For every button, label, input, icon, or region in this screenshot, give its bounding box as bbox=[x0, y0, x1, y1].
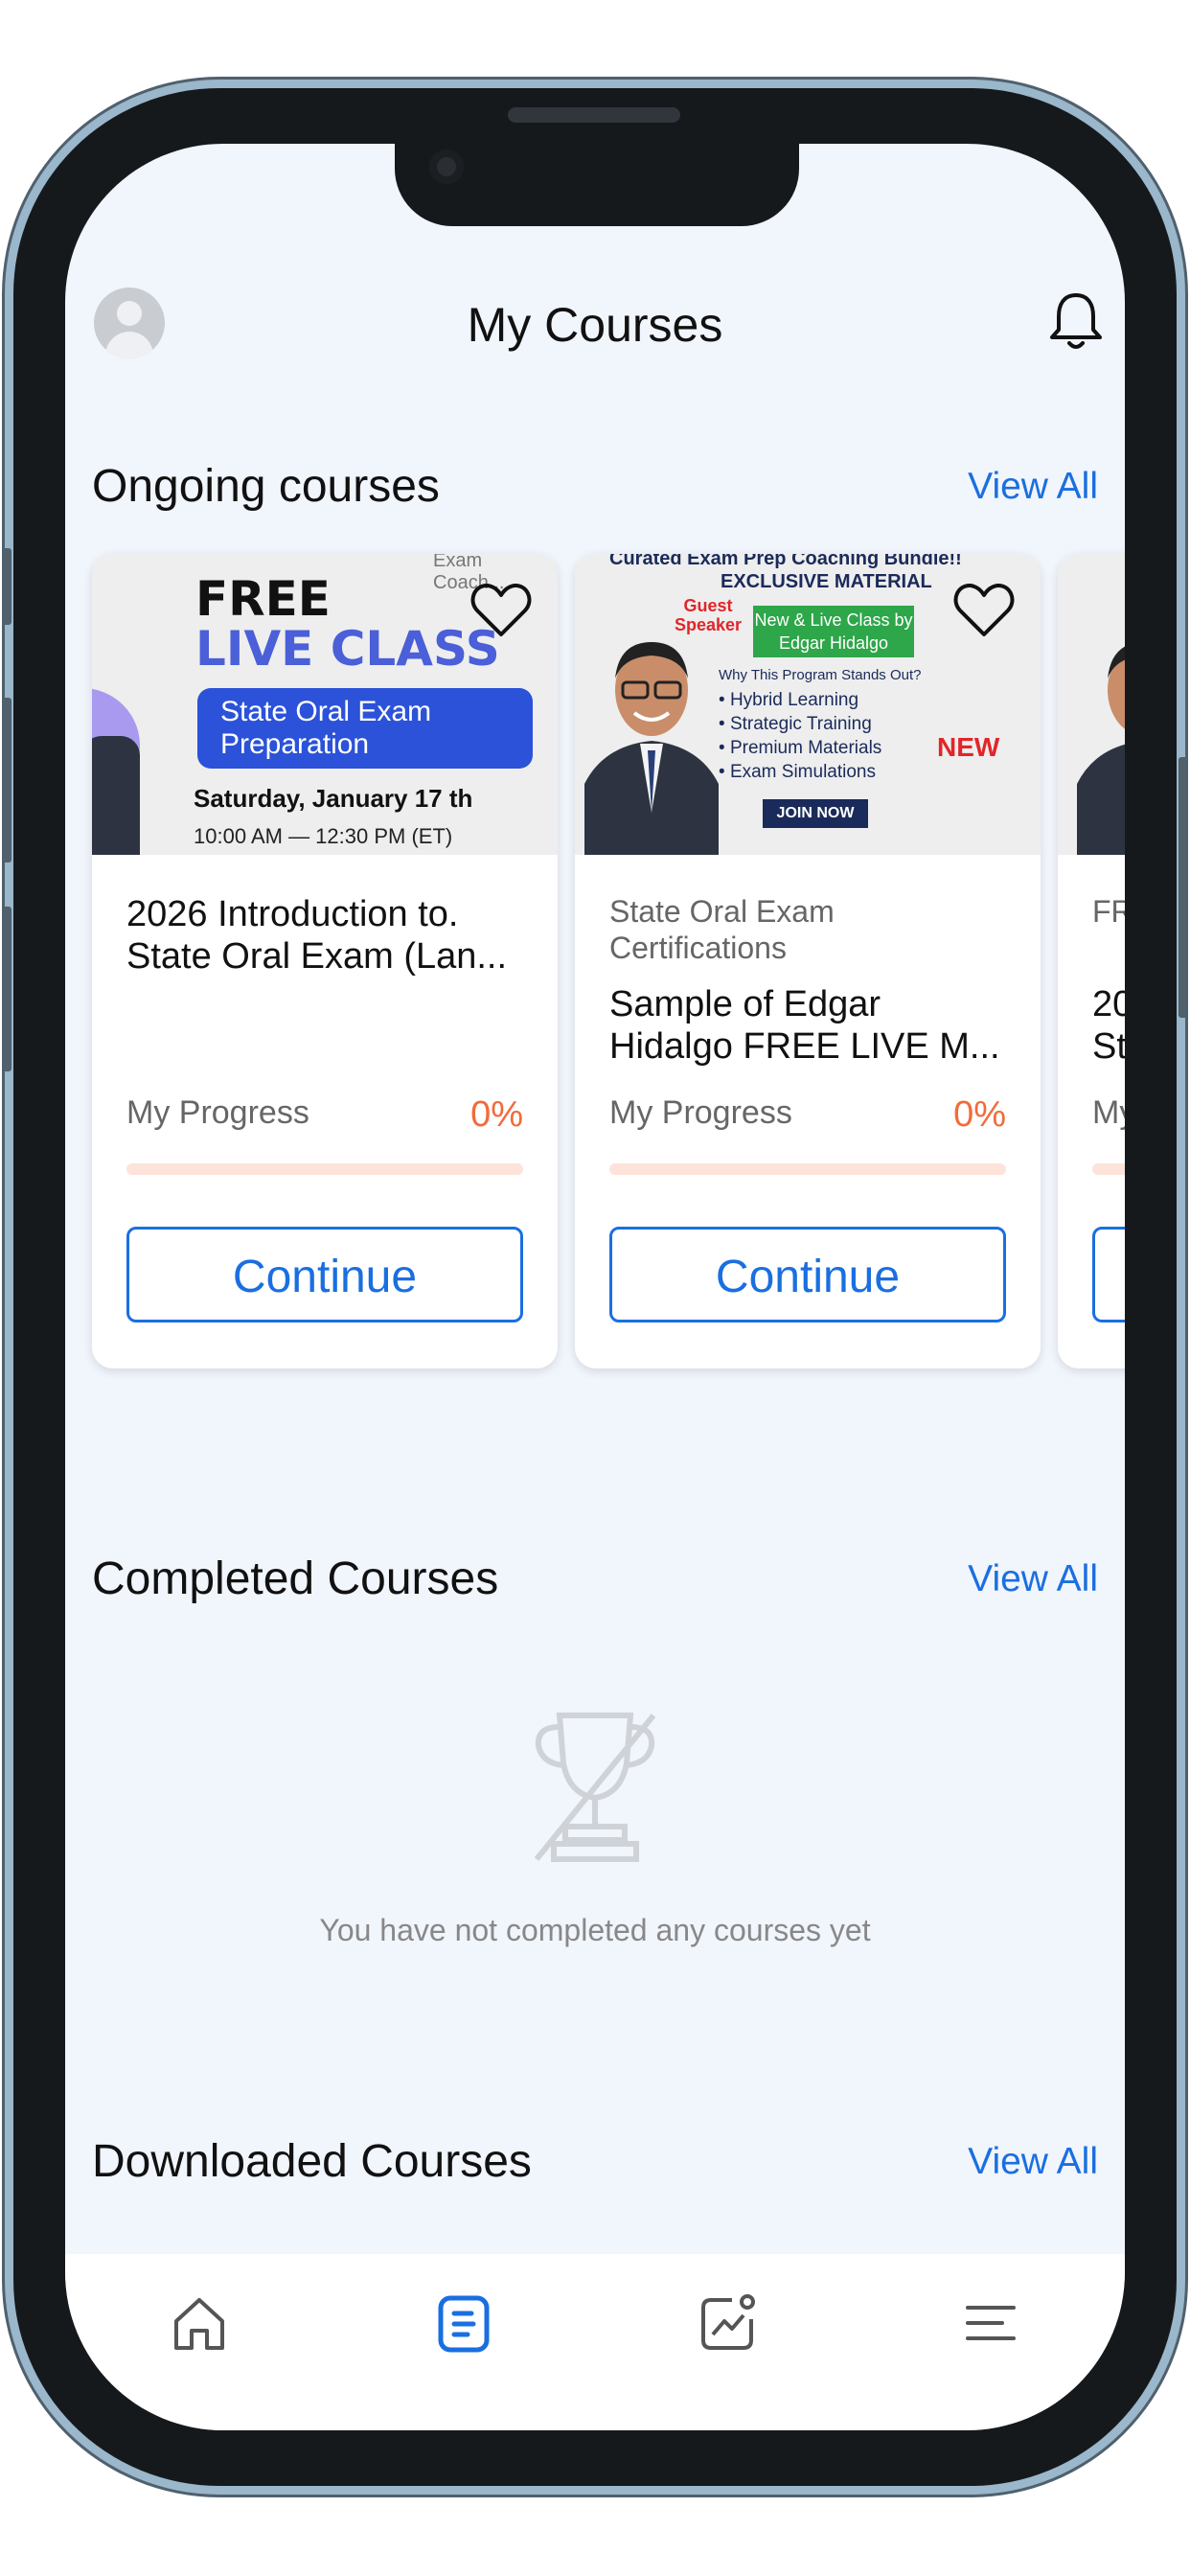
courses-icon[interactable] bbox=[433, 2292, 494, 2354]
thumb-text: Strategic Training bbox=[729, 714, 872, 734]
menu-icon[interactable] bbox=[960, 2292, 1021, 2354]
continue-button[interactable] bbox=[1092, 1227, 1125, 1322]
instructor-photo bbox=[584, 642, 719, 855]
completed-view-all-link[interactable]: View All bbox=[968, 1558, 1098, 1600]
course-card[interactable]: Exam Coach... FREE LIVE CLASS State Oral… bbox=[92, 554, 558, 1368]
completed-courses-title: Completed Courses bbox=[92, 1553, 499, 1604]
course-title: Sample of Edgar Hidalgo FREE LIVE M... bbox=[609, 984, 1000, 1067]
progress-bar bbox=[126, 1163, 523, 1175]
course-title: 20 St bbox=[1092, 984, 1125, 1067]
power-button bbox=[1179, 757, 1188, 1018]
camera bbox=[429, 150, 464, 184]
home-icon[interactable] bbox=[169, 2292, 230, 2354]
progress-icon[interactable] bbox=[698, 2292, 759, 2354]
progress-bar bbox=[609, 1163, 1006, 1175]
progress-value: 0% bbox=[953, 1094, 1006, 1135]
trophy-icon bbox=[534, 1713, 656, 1862]
course-card[interactable]: Curated Exam Prep Coaching Bundle!! EXCL… bbox=[575, 554, 1041, 1368]
thumb-text: Exam Simulations bbox=[729, 762, 876, 782]
ongoing-view-all-link[interactable]: View All bbox=[968, 466, 1098, 508]
page-title: My Courses bbox=[467, 298, 723, 352]
empty-state-text: You have not completed any courses yet bbox=[319, 1913, 871, 1947]
volume-up-button bbox=[2, 698, 11, 862]
ongoing-courses-title: Ongoing courses bbox=[92, 461, 440, 512]
thumb-text: Premium Materials bbox=[729, 738, 882, 758]
course-category: State Oral Exam Certifications bbox=[609, 894, 835, 965]
thumb-text: JOIN NOW bbox=[763, 799, 868, 828]
downloaded-view-all-link[interactable]: View All bbox=[968, 2141, 1098, 2183]
thumb-text: Curated Exam Prep Coaching Bundle!! bbox=[609, 554, 962, 569]
bell-icon[interactable] bbox=[1042, 288, 1110, 355]
course-thumbnail: Curated Exam Prep Coaching Bundle!! EXCL… bbox=[575, 554, 1041, 855]
thumb-text: EXCLUSIVE MATERIAL bbox=[721, 571, 932, 592]
continue-button[interactable]: Continue bbox=[609, 1227, 1006, 1322]
thumb-text: Why This Program Stands Out? bbox=[719, 667, 922, 683]
thumb-text: Guest Speaker bbox=[675, 596, 743, 634]
course-category: FR bbox=[1092, 894, 1125, 929]
progress-label: My Progress bbox=[126, 1094, 309, 1131]
progress-label: My bbox=[1092, 1094, 1125, 1131]
thumb-text: Hybrid Learning bbox=[729, 690, 859, 710]
heart-icon[interactable] bbox=[469, 581, 533, 638]
continue-button[interactable]: Continue bbox=[126, 1227, 523, 1322]
course-thumbnail bbox=[1058, 554, 1125, 855]
thumb-text: 10:00 AM — 12:30 PM (ET) bbox=[194, 824, 453, 848]
progress-label: My Progress bbox=[609, 1094, 792, 1131]
progress-value: 0% bbox=[470, 1094, 523, 1135]
volume-down-button bbox=[2, 907, 11, 1071]
mute-switch bbox=[2, 548, 11, 625]
course-title: 2026 Introduction to. State Oral Exam (L… bbox=[126, 894, 508, 977]
instructor-photo bbox=[1077, 646, 1125, 855]
thumb-text: New & Live Class by Edgar Hidalgo bbox=[753, 606, 914, 657]
heart-icon[interactable] bbox=[952, 581, 1016, 638]
speaker bbox=[508, 107, 680, 123]
course-thumbnail: Exam Coach... FREE LIVE CLASS State Oral… bbox=[92, 554, 558, 855]
bottom-nav bbox=[65, 2254, 1125, 2430]
screen: My Courses Ongoing courses View All Exam… bbox=[65, 144, 1125, 2430]
thumb-text: LIVE CLASS bbox=[195, 621, 500, 677]
downloaded-courses-title: Downloaded Courses bbox=[92, 2136, 532, 2187]
thumb-text: NEW bbox=[937, 732, 1000, 762]
thumb-text: Saturday, January 17 th bbox=[194, 784, 473, 813]
progress-bar bbox=[1092, 1163, 1125, 1175]
thumb-list: • Hybrid Learning • Strategic Training •… bbox=[719, 690, 882, 782]
thumb-text: State Oral Exam Preparation bbox=[197, 688, 533, 769]
thumb-text: FREE bbox=[195, 571, 331, 627]
ongoing-courses-carousel[interactable]: Exam Coach... FREE LIVE CLASS State Oral… bbox=[92, 554, 1125, 1378]
course-card[interactable]: FR 20 St My bbox=[1058, 554, 1125, 1368]
